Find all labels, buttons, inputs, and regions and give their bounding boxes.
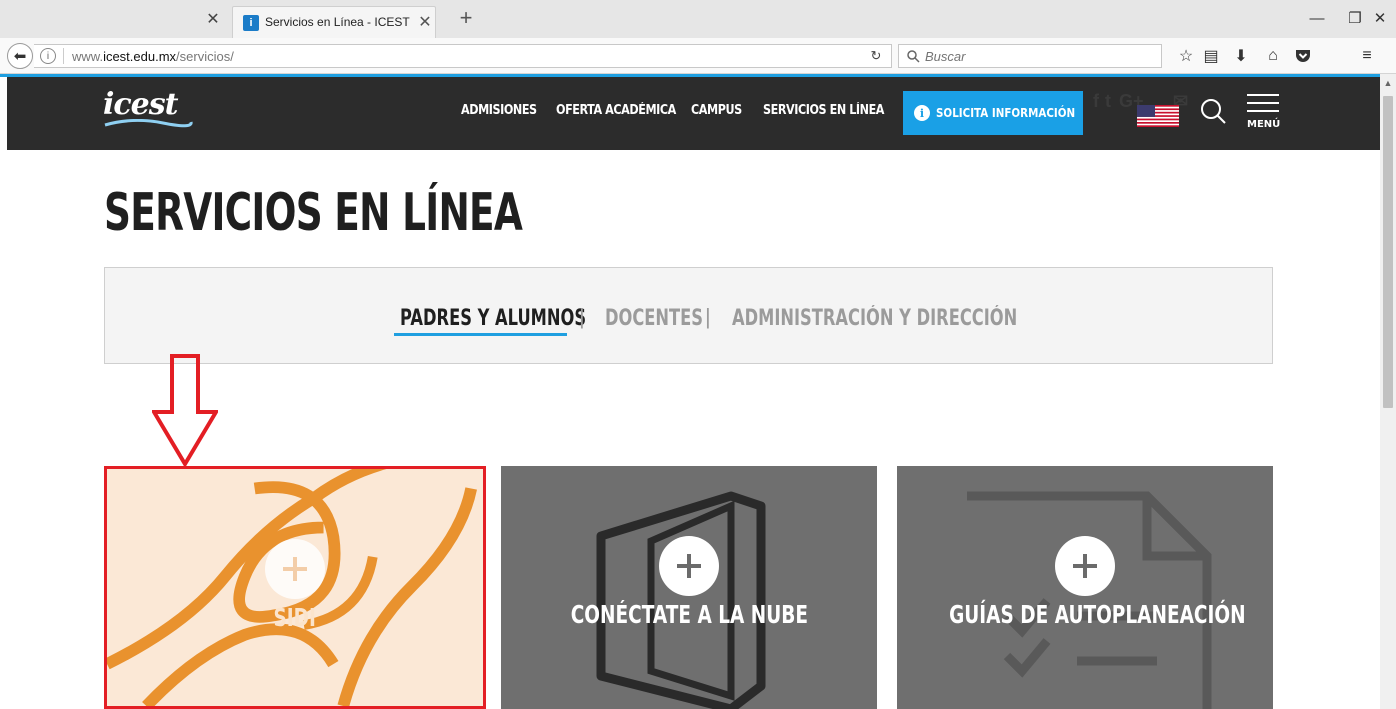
nav-servicios-en-linea[interactable]: SERVICIOS EN LÍNEA — [763, 103, 884, 118]
logo-swoosh-icon — [104, 119, 193, 128]
site-info-icon[interactable]: i — [40, 48, 56, 64]
close-window-button[interactable]: ✕ — [1368, 8, 1392, 28]
card-sidi[interactable]: SIDI — [104, 466, 486, 709]
scrollbar[interactable]: ▲ — [1380, 74, 1396, 709]
card-label: GUÍAS DE AUTOPLANEACIÓN — [949, 600, 1246, 629]
close-tab-icon[interactable]: ✕ — [417, 14, 433, 31]
reading-list-icon[interactable]: ▤ — [1200, 46, 1222, 66]
info-icon: i — [914, 105, 930, 121]
site-header: icest ADMISIONES OFERTA ACADÉMICA CAMPUS… — [7, 77, 1380, 150]
expand-plus-icon[interactable] — [1055, 536, 1115, 596]
new-tab-button[interactable]: + — [454, 5, 478, 30]
restore-button[interactable]: ❐ — [1340, 8, 1370, 28]
browser-nav-bar: ⬅ i www.icest.edu.mx/servicios/ ↻ ☆ ▤ ⬇ … — [0, 38, 1396, 74]
nav-admisiones[interactable]: ADMISIONES — [461, 103, 537, 118]
tab-padres-y-alumnos[interactable]: PADRES Y ALUMNOS — [400, 306, 586, 331]
nav-oferta-academica[interactable]: OFERTA ACADÉMICA — [556, 103, 676, 118]
minimize-button[interactable]: — — [1302, 8, 1332, 28]
browser-tab-active[interactable]: i Servicios en Línea - ICEST ✕ — [232, 6, 436, 38]
expand-plus-icon[interactable] — [265, 539, 325, 599]
header-search-icon[interactable] — [1199, 97, 1227, 127]
tab-docentes[interactable]: DOCENTES — [605, 306, 703, 331]
url-bar[interactable]: i www.icest.edu.mx/servicios/ ↻ — [34, 44, 892, 68]
category-tabs: PADRES Y ALUMNOS | DOCENTES | ADMINISTRA… — [104, 267, 1273, 364]
search-bar[interactable] — [898, 44, 1162, 68]
tab-title: Servicios en Línea - ICEST — [265, 15, 410, 29]
us-flag-icon[interactable] — [1137, 105, 1179, 127]
search-icon — [906, 49, 920, 63]
tab-administracion-y-direccion[interactable]: ADMINISTRACIÓN Y DIRECCIÓN — [732, 306, 1017, 331]
scrollbar-thumb[interactable] — [1383, 96, 1393, 408]
menu-bar — [1247, 102, 1279, 104]
reload-icon[interactable]: ↻ — [867, 48, 885, 64]
menu-bar — [1247, 94, 1279, 96]
tab-separator: | — [705, 304, 711, 329]
active-tab-underline — [394, 333, 567, 336]
downloads-icon[interactable]: ⬇ — [1230, 46, 1252, 66]
search-input[interactable] — [925, 48, 1145, 65]
red-down-arrow-annotation — [152, 354, 218, 466]
card-conectate-a-la-nube[interactable]: CONÉCTATE A LA NUBE — [501, 466, 877, 709]
home-icon[interactable]: ⌂ — [1262, 46, 1284, 66]
twitter-icon[interactable]: t — [1105, 91, 1111, 112]
nav-campus[interactable]: CAMPUS — [691, 103, 742, 118]
favicon-icon: i — [243, 15, 259, 31]
bookmark-star-icon[interactable]: ☆ — [1175, 46, 1197, 66]
site-logo[interactable]: icest — [103, 87, 178, 122]
pocket-icon[interactable] — [1292, 46, 1314, 66]
close-tab-icon[interactable]: ✕ — [204, 10, 222, 28]
card-label: CONÉCTATE A LA NUBE — [570, 600, 808, 629]
card-guias-de-autoplaneacion[interactable]: GUÍAS DE AUTOPLANEACIÓN — [897, 466, 1273, 709]
url-separator — [63, 48, 64, 64]
site-menu-button[interactable]: MENÚ — [1245, 94, 1285, 134]
back-button[interactable]: ⬅ — [7, 43, 33, 69]
card-label: SIDI — [273, 603, 317, 632]
hamburger-menu-icon[interactable]: ≡ — [1356, 46, 1378, 66]
facebook-icon[interactable]: f — [1093, 91, 1099, 112]
tab-separator: | — [579, 304, 585, 329]
browser-tab-bar: ✕ i Servicios en Línea - ICEST ✕ + — ❐ ✕ — [0, 0, 1396, 38]
scroll-up-icon[interactable]: ▲ — [1382, 78, 1394, 88]
solicita-informacion-button[interactable]: i SOLICITA INFORMACIÓN — [903, 91, 1083, 135]
url-text: www.icest.edu.mx/servicios/ — [72, 49, 234, 64]
menu-bar — [1247, 110, 1279, 112]
page-title: SERVICIOS EN LÍNEA — [104, 183, 523, 243]
menu-label: MENÚ — [1247, 119, 1281, 130]
cta-label: SOLICITA INFORMACIÓN — [936, 106, 1076, 120]
expand-plus-icon[interactable] — [659, 536, 719, 596]
